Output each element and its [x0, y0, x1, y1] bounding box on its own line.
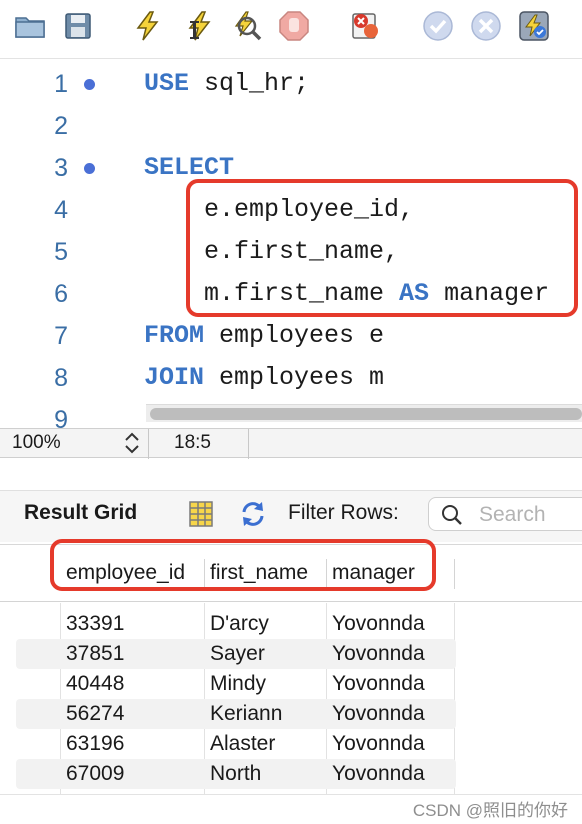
execute-icon[interactable]: [130, 8, 166, 44]
table-row[interactable]: 37851 Sayer Yovonnda: [0, 639, 582, 669]
explain-icon[interactable]: [228, 8, 264, 44]
result-grid: employee_id first_name manager 33391 D'a…: [0, 539, 582, 795]
result-grid-label[interactable]: Result Grid: [24, 501, 137, 525]
cell-employee-id[interactable]: 63196: [60, 729, 124, 759]
column-divider[interactable]: [454, 559, 455, 589]
search-icon: [442, 505, 462, 525]
result-toolbar: Result Grid Filter Rows:: [0, 490, 582, 542]
cell-first-name[interactable]: Keriann: [204, 699, 282, 729]
cell-manager[interactable]: Yovonnda: [326, 729, 425, 759]
table-row[interactable]: 33391 D'arcy Yovonnda: [0, 609, 582, 639]
save-icon[interactable]: [60, 8, 96, 44]
cell-manager[interactable]: Yovonnda: [326, 699, 425, 729]
select-columns-highlight: [186, 179, 578, 317]
code-line: 7 FROM employees e: [0, 315, 582, 357]
sql-editor[interactable]: 1 USE sql_hr; 2 3 SELECT 4 e.employee_id…: [0, 58, 582, 428]
scrollbar-thumb[interactable]: [150, 408, 582, 420]
stop-icon[interactable]: [276, 8, 312, 44]
line-number: 6: [54, 280, 68, 308]
status-divider: [248, 429, 249, 459]
zoom-stepper-icon[interactable]: [122, 431, 142, 455]
line-number: 7: [54, 322, 68, 350]
cell-first-name[interactable]: Alaster: [204, 729, 275, 759]
line-number: 9: [54, 406, 68, 428]
cell-manager[interactable]: Yovonnda: [326, 669, 425, 699]
line-number: 1: [54, 70, 68, 98]
code-line: 1 USE sql_hr;: [0, 63, 582, 105]
toggle-error-icon[interactable]: [348, 8, 384, 44]
refresh-icon[interactable]: [238, 499, 268, 529]
cell-employee-id[interactable]: 37851: [60, 639, 124, 669]
filter-search-box[interactable]: [428, 497, 582, 531]
cell-employee-id[interactable]: 56274: [60, 699, 124, 729]
line-number: 2: [54, 112, 68, 140]
cell-employee-id[interactable]: 40448: [60, 669, 124, 699]
code-text: USE sql_hr;: [144, 69, 310, 98]
table-row[interactable]: 40448 Mindy Yovonnda: [0, 669, 582, 699]
commit-icon[interactable]: [420, 8, 456, 44]
cell-manager[interactable]: Yovonnda: [326, 609, 425, 639]
header-divider: [0, 601, 582, 602]
cursor-position: 18:5: [174, 432, 211, 453]
cell-employee-id[interactable]: 67009: [60, 759, 124, 789]
zoom-level: 100%: [12, 432, 61, 453]
cell-first-name[interactable]: Sayer: [204, 639, 265, 669]
cell-manager[interactable]: Yovonnda: [326, 639, 425, 669]
code-text: JOIN employees m: [144, 363, 385, 392]
table-row[interactable]: 56274 Keriann Yovonnda: [0, 699, 582, 729]
status-divider: [148, 429, 149, 459]
cell-first-name[interactable]: D'arcy: [204, 609, 269, 639]
table-row[interactable]: 63196 Alaster Yovonnda: [0, 729, 582, 759]
line-number: 4: [54, 196, 68, 224]
search-input[interactable]: [479, 502, 582, 528]
line-number: 3: [54, 154, 68, 182]
line-number: 8: [54, 364, 68, 392]
filter-rows-label: Filter Rows:: [288, 501, 399, 524]
cell-first-name[interactable]: Mindy: [204, 669, 266, 699]
cell-employee-id[interactable]: 33391: [60, 609, 124, 639]
code-line: 2: [0, 105, 582, 147]
line-number: 5: [54, 238, 68, 266]
table-row[interactable]: 67009 North Yovonnda: [0, 759, 582, 789]
statement-marker-icon: [84, 163, 95, 174]
autocommit-icon[interactable]: [516, 8, 552, 44]
cell-first-name[interactable]: North: [204, 759, 261, 789]
statement-marker-icon: [84, 79, 95, 90]
column-headers-highlight: [50, 539, 436, 591]
cell-manager[interactable]: Yovonnda: [326, 759, 425, 789]
grid-view-icon[interactable]: [186, 499, 216, 529]
editor-status-bar: 100% 18:5: [0, 428, 582, 459]
code-line: 8 JOIN employees m: [0, 357, 582, 399]
open-folder-icon[interactable]: [12, 8, 48, 44]
query-toolbar: [0, 0, 582, 58]
execute-current-icon[interactable]: [180, 8, 216, 44]
editor-horizontal-scrollbar[interactable]: [146, 404, 582, 422]
watermark: CSDN @照旧的你好: [412, 801, 568, 820]
rollback-icon[interactable]: [468, 8, 504, 44]
code-text: FROM employees e: [144, 321, 385, 350]
